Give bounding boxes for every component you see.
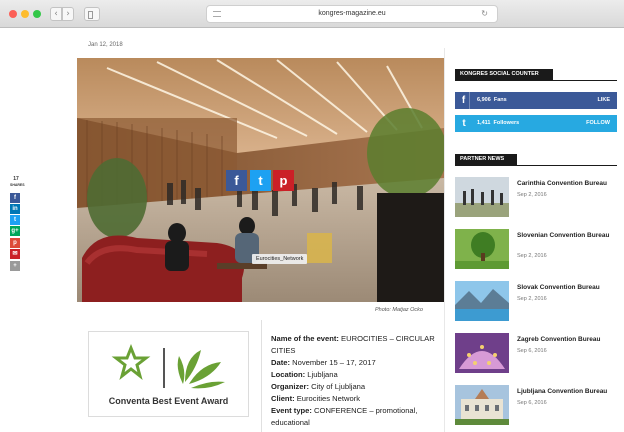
news-thumbnail[interactable]	[455, 333, 509, 373]
news-item[interactable]: Ljubljana Convention Bureau Sep 6, 2016	[455, 385, 620, 427]
news-item[interactable]: Slovenian Convention Bureau Sep 2, 2016	[455, 229, 620, 271]
hero-image: f t p Eurocities_Network	[77, 58, 444, 302]
twitter-share-icon[interactable]: t	[250, 170, 271, 191]
event-client-value: Eurocities Network	[294, 394, 361, 403]
news-title[interactable]: Zagreb Convention Bureau	[517, 335, 617, 344]
facebook-icon: f	[458, 92, 470, 109]
event-organizer-label: Organizer:	[271, 382, 309, 391]
event-location-row: Location: Ljubljana	[271, 369, 441, 381]
news-date: Sep 2, 2016	[517, 296, 547, 302]
twitter-follow-button[interactable]: FOLLOW	[586, 115, 610, 132]
news-item[interactable]: Zagreb Convention Bureau Sep 6, 2016	[455, 333, 620, 375]
news-thumbnail[interactable]	[455, 385, 509, 425]
award-badge: Conventa Best Event Award	[88, 331, 249, 417]
news-item[interactable]: Slovak Convention Bureau Sep 2, 2016	[455, 281, 620, 323]
news-thumbnail[interactable]	[455, 281, 509, 321]
event-type-label: Event type:	[271, 406, 312, 415]
thumbnail-image	[455, 385, 509, 425]
event-client-label: Client:	[271, 394, 295, 403]
event-organizer-value: City of Ljubljana	[308, 382, 366, 391]
twitter-count-unit: Followers	[493, 120, 520, 126]
forward-button[interactable]: ›	[62, 7, 74, 21]
facebook-share-icon[interactable]: f	[226, 170, 247, 191]
twitter-icon: t	[462, 118, 466, 129]
facebook-count-unit: Fans	[493, 97, 507, 103]
event-location-label: Location:	[271, 370, 306, 379]
event-date-label: Date:	[271, 358, 290, 367]
news-date: Sep 2, 2016	[517, 192, 547, 198]
image-tag[interactable]: Eurocities_Network	[252, 254, 308, 264]
email-share-icon[interactable]: ✉	[10, 249, 20, 259]
news-date: Sep 6, 2016	[517, 400, 547, 406]
event-details: Name of the event: EUROCITIES – CIRCULAR…	[271, 333, 441, 429]
minimize-window-button[interactable]	[21, 10, 29, 18]
award-label: Conventa Best Event Award	[108, 396, 229, 406]
url-text: kongres-magazine.eu	[318, 10, 386, 17]
twitter-counter[interactable]: t 1,411 Followers FOLLOW	[455, 115, 617, 132]
news-title[interactable]: Carinthia Convention Bureau	[517, 179, 617, 188]
event-organizer-row: Organizer: City of Ljubljana	[271, 381, 441, 393]
pinterest-share-icon[interactable]: p	[10, 238, 20, 248]
conventa-award-logo	[111, 344, 225, 389]
linkedin-share-icon[interactable]: in	[10, 204, 20, 214]
facebook-share-icon[interactable]: f	[10, 193, 20, 203]
close-window-button[interactable]	[9, 10, 17, 18]
photo-credit: Photo: Matjaz Ocko	[375, 307, 423, 313]
facebook-like-button[interactable]: LIKE	[597, 92, 610, 109]
heading-rule	[455, 165, 617, 166]
news-date: Sep 2, 2016	[517, 253, 547, 259]
twitter-count: 1,411 Followers	[477, 115, 519, 132]
event-date-value: November 15 – 17, 2017	[290, 358, 376, 367]
content-divider	[261, 320, 262, 432]
pinterest-share-icon[interactable]: p	[273, 170, 294, 191]
zoom-window-button[interactable]	[33, 10, 41, 18]
news-title[interactable]: Slovak Convention Bureau	[517, 283, 617, 292]
facebook-counter[interactable]: f 6,906 Fans LIKE	[455, 92, 617, 109]
sidebar-divider	[444, 48, 445, 432]
thumbnail-image	[455, 333, 509, 373]
reload-icon[interactable]: ↻	[481, 9, 488, 19]
twitter-share-icon[interactable]: t	[10, 215, 20, 225]
news-title[interactable]: Ljubljana Convention Bureau	[517, 387, 617, 396]
more-share-icon[interactable]: +	[10, 261, 20, 271]
news-thumbnail[interactable]	[455, 177, 509, 217]
heading-rule	[455, 80, 617, 81]
news-title[interactable]: Slovenian Convention Bureau	[517, 231, 617, 240]
news-thumbnail[interactable]	[455, 229, 509, 269]
google-plus-share-icon[interactable]: g+	[10, 226, 20, 236]
facebook-count: 6,906 Fans	[477, 92, 507, 109]
article-date: Jan 12, 2018	[88, 42, 123, 48]
event-name-label: Name of the event:	[271, 334, 339, 343]
social-counter-heading: KONGRES SOCIAL COUNTER	[455, 69, 553, 80]
back-button[interactable]: ‹	[50, 7, 62, 21]
address-bar[interactable]: kongres-magazine.eu ↻	[206, 5, 498, 23]
browser-toolbar: ‹ › kongres-magazine.eu ↻	[0, 0, 624, 28]
thumbnail-image	[455, 229, 509, 269]
event-date-row: Date: November 15 – 17, 2017	[271, 357, 441, 369]
share-count: 17 SHARES	[10, 176, 25, 188]
news-date: Sep 6, 2016	[517, 348, 547, 354]
news-item[interactable]: Carinthia Convention Bureau Sep 2, 2016	[455, 177, 620, 219]
thumbnail-image	[455, 281, 509, 321]
share-count-label: SHARES	[10, 183, 25, 187]
sidebar-toggle-icon[interactable]	[84, 7, 100, 21]
facebook-count-number: 6,906	[477, 97, 491, 103]
event-name-row: Name of the event: EUROCITIES – CIRCULAR…	[271, 333, 441, 357]
event-type-row: Event type: CONFERENCE – promotional, ed…	[271, 405, 441, 429]
twitter-count-number: 1,411	[477, 120, 491, 126]
event-client-row: Client: Eurocities Network	[271, 393, 441, 405]
event-location-value: Ljubljana	[305, 370, 338, 379]
partner-news-heading: PARTNER NEWS	[455, 154, 517, 165]
reader-icon[interactable]	[213, 11, 221, 17]
thumbnail-image	[455, 177, 509, 217]
